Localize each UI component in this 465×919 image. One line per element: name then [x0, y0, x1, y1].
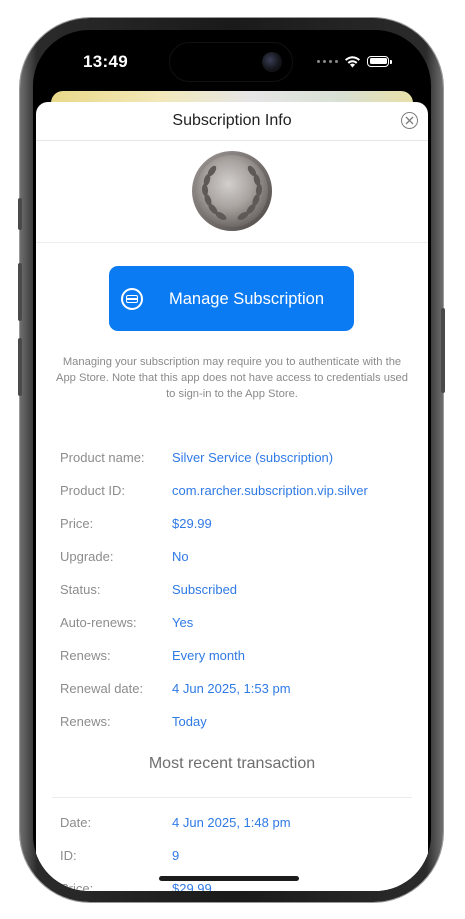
- detail-label: Auto-renews:: [60, 615, 137, 630]
- detail-label: Product ID:: [60, 483, 126, 498]
- transaction-value: 9: [172, 848, 180, 863]
- detail-row: Upgrade: No: [36, 541, 428, 574]
- transaction-label: Price:: [60, 881, 94, 891]
- transaction-row: Date: 4 Jun 2025, 1:48 pm: [36, 807, 428, 840]
- status-time: 13:49: [83, 52, 128, 71]
- detail-row: Renews: Today: [36, 706, 428, 739]
- medal-section: [36, 141, 428, 243]
- detail-value: No: [172, 549, 189, 564]
- manage-subscription-button[interactable]: Manage Subscription: [109, 266, 354, 331]
- detail-value: Today: [172, 714, 207, 729]
- detail-value: Silver Service (subscription): [172, 450, 334, 465]
- detail-label: Renews:: [60, 648, 111, 663]
- power-button: [441, 308, 445, 393]
- detail-value: Every month: [172, 648, 245, 663]
- detail-row: Product ID: com.rarcher.subscription.vip.…: [36, 475, 428, 508]
- detail-label: Renews:: [60, 714, 111, 729]
- detail-value: $29.99: [172, 516, 212, 531]
- detail-row: Price: $29.99: [36, 508, 428, 541]
- volume-down-button: [18, 338, 22, 396]
- detail-row: Status: Subscribed: [36, 574, 428, 607]
- detail-row: Product name: Silver Service (subscriptio…: [36, 442, 428, 475]
- detail-row: Auto-renews: Yes: [36, 607, 428, 640]
- detail-label: Price:: [60, 516, 94, 531]
- detail-label: Status:: [60, 582, 101, 597]
- detail-label: Product name:: [60, 450, 145, 465]
- detail-row: Renewal date: 4 Jun 2025, 1:53 pm: [36, 673, 428, 706]
- detail-row: Renews: Every month: [36, 640, 428, 673]
- camera-icon: [262, 52, 282, 72]
- manage-subscription-label: Manage Subscription: [169, 290, 325, 308]
- transaction-value: 4 Jun 2025, 1:48 pm: [172, 815, 291, 830]
- battery-icon: [367, 55, 392, 67]
- detail-label: Upgrade:: [60, 549, 114, 564]
- detail-value: Yes: [172, 615, 194, 630]
- status-icons: [317, 54, 392, 68]
- detail-value: com.rarcher.subscription.vip.silver: [172, 483, 368, 498]
- silver-medal-icon: [192, 151, 272, 231]
- action-button: [18, 198, 22, 230]
- transaction-row: ID: 9: [36, 840, 428, 873]
- authentication-note: Managing your subscription may require y…: [55, 356, 408, 400]
- status-bar: 13:49: [33, 30, 431, 92]
- subscription-details: Product name: Silver Service (subscriptio…: [36, 442, 428, 739]
- volume-up-button: [18, 263, 22, 321]
- transaction-label: Date:: [60, 815, 92, 830]
- detail-value: 4 Jun 2025, 1:53 pm: [172, 681, 291, 696]
- transaction-value: $29.99: [172, 881, 212, 891]
- wifi-icon: [345, 55, 360, 67]
- sheet-header: Subscription Info: [36, 102, 428, 141]
- dynamic-island: [169, 42, 293, 82]
- home-indicator[interactable]: [159, 876, 299, 881]
- credit-card-icon: [121, 288, 143, 310]
- detail-value: Subscribed: [172, 582, 238, 597]
- close-button[interactable]: [401, 112, 418, 129]
- transaction-label: ID:: [60, 848, 77, 863]
- section-divider: [52, 797, 412, 798]
- subscription-sheet: Subscription Info Manage Subscription Ma…: [36, 102, 428, 891]
- transaction-section-title: Most recent transaction: [148, 755, 316, 772]
- detail-label: Renewal date:: [60, 681, 144, 696]
- device-screen: 13:49 Subscription Info Manage Subscript…: [33, 30, 431, 891]
- sheet-title: Subscription Info: [172, 112, 292, 129]
- close-icon: [405, 116, 414, 125]
- cellular-signal-icon: [317, 59, 338, 63]
